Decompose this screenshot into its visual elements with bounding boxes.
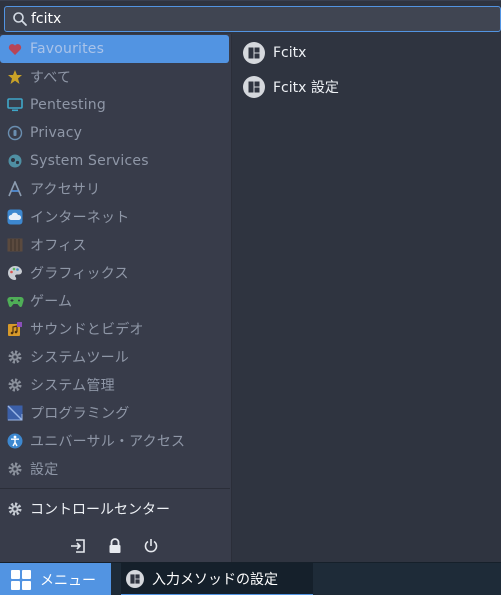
category-system-tools[interactable]: システムツール bbox=[0, 343, 230, 371]
gear-icon bbox=[6, 500, 24, 518]
category-settings[interactable]: 設定 bbox=[0, 455, 230, 483]
heart-icon bbox=[6, 40, 24, 58]
category-games[interactable]: ゲーム bbox=[0, 287, 230, 315]
sidebar-divider bbox=[0, 488, 230, 489]
fcitx-icon bbox=[243, 76, 265, 98]
result-label: Fcitx 設定 bbox=[273, 80, 339, 96]
category-pentesting[interactable]: Pentesting bbox=[0, 91, 230, 119]
gear-icon bbox=[6, 460, 24, 478]
search-icon bbox=[13, 12, 27, 26]
fcitx-icon bbox=[243, 42, 265, 64]
taskbar-window-button[interactable]: 入力メソッドの設定 bbox=[121, 563, 313, 595]
search-results: Fcitx Fcitx 設定 bbox=[233, 34, 501, 563]
logout-icon bbox=[71, 539, 85, 553]
search-input[interactable] bbox=[31, 8, 491, 30]
result-fcitx[interactable]: Fcitx bbox=[239, 36, 499, 70]
category-all[interactable]: すべて bbox=[0, 63, 230, 91]
application-menu: Favourites すべて Pentesting Privacy System bbox=[0, 0, 501, 563]
gear-icon bbox=[6, 376, 24, 394]
palette-icon bbox=[6, 264, 24, 282]
menu-button-label: メニュー bbox=[40, 572, 96, 589]
programming-icon bbox=[6, 404, 24, 422]
lock-icon bbox=[109, 538, 121, 553]
category-graphics[interactable]: グラフィックス bbox=[0, 259, 230, 287]
category-sound-video[interactable]: サウンドとビデオ bbox=[0, 315, 230, 343]
result-label: Fcitx bbox=[273, 45, 307, 61]
category-favourites[interactable]: Favourites bbox=[0, 35, 229, 63]
menu-button[interactable]: メニュー bbox=[0, 563, 111, 595]
category-programming[interactable]: プログラミング bbox=[0, 399, 230, 427]
category-accessories[interactable]: アクセサリ bbox=[0, 175, 230, 203]
office-icon bbox=[6, 236, 24, 254]
category-privacy[interactable]: Privacy bbox=[0, 119, 230, 147]
gamepad-icon bbox=[6, 292, 24, 310]
category-system-services[interactable]: System Services bbox=[0, 147, 230, 175]
control-center-item[interactable]: コントロールセンター bbox=[0, 495, 230, 523]
taskbar: メニュー 入力メソッドの設定 bbox=[0, 562, 501, 595]
category-office[interactable]: オフィス bbox=[0, 231, 230, 259]
app-grid-icon bbox=[11, 569, 31, 590]
accessories-icon bbox=[6, 180, 24, 198]
services-icon bbox=[6, 152, 24, 170]
accessibility-icon bbox=[6, 432, 24, 450]
search-bar[interactable] bbox=[4, 6, 501, 32]
fcitx-icon bbox=[126, 569, 144, 588]
monitor-icon bbox=[6, 96, 24, 114]
category-universal-access[interactable]: ユニバーサル・アクセス bbox=[0, 427, 230, 455]
category-sidebar: Favourites すべて Pentesting Privacy System bbox=[0, 34, 232, 563]
logout-button[interactable] bbox=[67, 535, 89, 557]
result-fcitx-settings[interactable]: Fcitx 設定 bbox=[239, 70, 499, 104]
cloud-icon bbox=[6, 208, 24, 226]
lock-button[interactable] bbox=[104, 535, 126, 557]
power-button[interactable] bbox=[140, 535, 162, 557]
category-internet[interactable]: インターネット bbox=[0, 203, 230, 231]
control-center-label: コントロールセンター bbox=[30, 502, 170, 518]
multimedia-icon bbox=[6, 320, 24, 338]
category-system-admin[interactable]: システム管理 bbox=[0, 371, 230, 399]
privacy-icon bbox=[6, 124, 24, 142]
power-icon bbox=[144, 539, 158, 553]
taskbar-window-label: 入力メソッドの設定 bbox=[152, 571, 278, 588]
gear-icon bbox=[6, 348, 24, 366]
star-icon bbox=[6, 68, 24, 86]
